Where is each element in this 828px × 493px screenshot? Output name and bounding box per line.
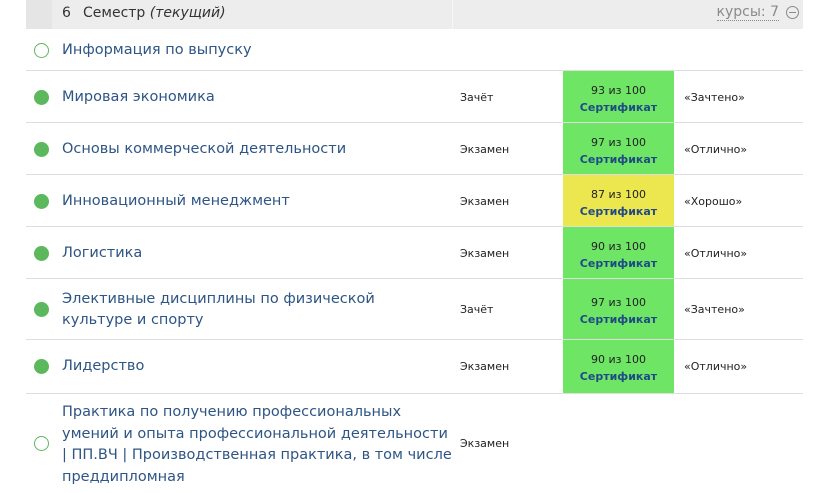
score-cell: 93 из 100 Сертификат <box>563 71 674 122</box>
status-empty-circle-icon <box>34 436 49 451</box>
status-empty-circle-icon <box>34 43 49 58</box>
course-name[interactable]: Инновационный менеджмент <box>62 191 442 212</box>
status-filled-circle-icon <box>34 246 49 261</box>
score-cell: 90 из 100 Сертификат <box>563 227 674 278</box>
assessment-type: Экзамен <box>460 360 510 373</box>
score-value: 90 из 100 <box>591 240 646 253</box>
course-name[interactable]: Мировая экономика <box>62 87 442 108</box>
course-name[interactable]: Информация по выпуску <box>62 40 442 61</box>
grade-label: «Отлично» <box>684 247 748 260</box>
semester-panel: 6 Семестр (текущий) курсы: 7 Информация … <box>0 0 828 493</box>
course-row[interactable]: Мировая экономика Зачёт 93 из 100 Сертиф… <box>26 71 803 123</box>
certificate-link[interactable]: Сертификат <box>563 367 674 386</box>
score-cell: 97 из 100 Сертификат <box>563 279 674 339</box>
grade-label: «Отлично» <box>684 360 748 373</box>
status-filled-circle-icon <box>34 90 49 105</box>
course-row[interactable]: Элективные дисциплины по физической куль… <box>26 279 803 340</box>
grade-label: «Зачтено» <box>684 91 745 104</box>
score-value: 97 из 100 <box>591 136 646 149</box>
grade-label: «Зачтено» <box>684 303 745 316</box>
course-row[interactable]: Основы коммерческой деятельности Экзамен… <box>26 123 803 175</box>
course-name[interactable]: Практика по получению профессиональных у… <box>62 402 452 488</box>
semester-number: 6 <box>62 5 71 21</box>
assessment-type: Зачёт <box>460 91 494 104</box>
semester-current-label: (текущий) <box>149 5 226 21</box>
score-value: 87 из 100 <box>591 188 646 201</box>
certificate-link[interactable]: Сертификат <box>563 254 674 273</box>
minus-circle-icon[interactable] <box>786 6 799 19</box>
score-value: 90 из 100 <box>591 353 646 366</box>
status-filled-circle-icon <box>34 142 49 157</box>
assessment-type: Зачёт <box>460 303 494 316</box>
status-filled-circle-icon <box>34 359 49 374</box>
grade-label: «Отлично» <box>684 143 748 156</box>
certificate-link[interactable]: Сертификат <box>563 150 674 169</box>
status-filled-circle-icon <box>34 194 49 209</box>
score-cell: 90 из 100 Сертификат <box>563 340 674 393</box>
score-value: 97 из 100 <box>591 296 646 309</box>
grade-label: «Хорошо» <box>684 195 743 208</box>
course-row[interactable]: Лидерство Экзамен 90 из 100 Сертификат «… <box>26 340 803 394</box>
score-cell: 87 из 100 Сертификат <box>563 175 674 226</box>
header-left-cell <box>26 0 52 29</box>
course-row[interactable]: Инновационный менеджмент Экзамен 87 из 1… <box>26 175 803 227</box>
score-value: 93 из 100 <box>591 84 646 97</box>
course-row[interactable]: Информация по выпуску <box>26 29 803 71</box>
course-row[interactable]: Практика по получению профессиональных у… <box>26 394 803 493</box>
score-cell: 97 из 100 Сертификат <box>563 123 674 174</box>
course-name[interactable]: Лидерство <box>62 356 442 377</box>
header-divider <box>452 0 453 29</box>
course-row[interactable]: Логистика Экзамен 90 из 100 Сертификат «… <box>26 227 803 279</box>
certificate-link[interactable]: Сертификат <box>563 202 674 221</box>
course-name[interactable]: Основы коммерческой деятельности <box>62 139 442 160</box>
assessment-type: Экзамен <box>460 437 510 450</box>
certificate-link[interactable]: Сертификат <box>563 98 674 117</box>
course-name[interactable]: Логистика <box>62 243 442 264</box>
course-name[interactable]: Элективные дисциплины по физической куль… <box>62 289 442 331</box>
courses-count-link[interactable]: курсы: 7 <box>716 5 779 21</box>
semester-header[interactable]: 6 Семестр (текущий) курсы: 7 <box>26 0 803 29</box>
semester-title: Семестр (текущий) <box>83 5 226 21</box>
assessment-type: Экзамен <box>460 247 510 260</box>
status-filled-circle-icon <box>34 302 49 317</box>
assessment-type: Экзамен <box>460 143 510 156</box>
semester-title-text: Семестр <box>83 5 146 21</box>
assessment-type: Экзамен <box>460 195 510 208</box>
certificate-link[interactable]: Сертификат <box>563 310 674 329</box>
